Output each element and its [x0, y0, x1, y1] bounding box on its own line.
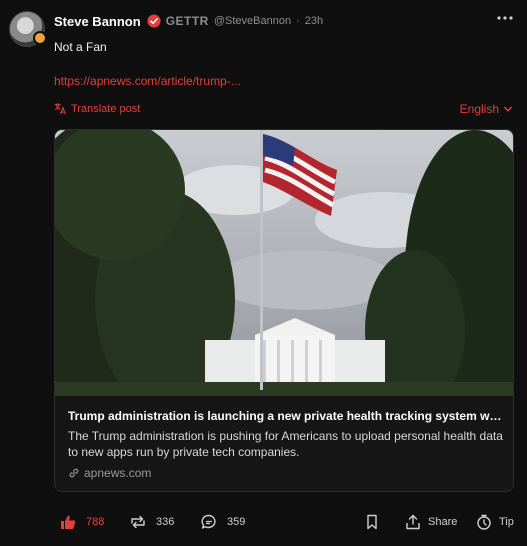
post-text: Not a Fan — [54, 40, 107, 54]
translate-label: Translate post — [71, 102, 141, 115]
author-handle[interactable]: @SteveBannon — [214, 15, 291, 27]
verified-icon — [147, 14, 161, 28]
separator: · — [296, 15, 300, 27]
post-header: Steve Bannon GETTR @SteveBannon · 23h — [54, 12, 323, 30]
translate-post-button[interactable]: Translate post — [54, 102, 140, 115]
post-timestamp: 23h — [304, 15, 324, 27]
language-label: English — [459, 102, 499, 116]
post-link[interactable]: https://apnews.com/article/trump-... — [54, 74, 241, 88]
author-name[interactable]: Steve Bannon — [54, 14, 141, 29]
language-select[interactable]: English — [460, 102, 513, 116]
chevron-down-icon — [503, 106, 513, 112]
bookmark-icon — [367, 514, 377, 530]
like-count: 788 — [86, 516, 105, 528]
repost-icon — [131, 515, 145, 529]
translate-icon — [54, 103, 66, 115]
share-icon — [406, 514, 420, 530]
platform-brand: GETTR — [165, 14, 209, 28]
comment-button[interactable]: 359 — [201, 508, 245, 536]
repost-button[interactable]: 336 — [130, 508, 174, 536]
post-actions: 788 336 359 Share Tip — [0, 508, 527, 536]
avatar-badge — [33, 31, 47, 45]
like-button[interactable]: 788 — [60, 508, 104, 536]
like-icon — [61, 515, 76, 529]
tip-label: Tip — [499, 516, 514, 528]
comment-count: 359 — [227, 516, 246, 528]
bookmark-button[interactable] — [364, 508, 390, 536]
tip-button[interactable]: Tip — [476, 508, 514, 536]
post: Steve Bannon GETTR @SteveBannon · 23h No… — [0, 0, 527, 546]
share-button[interactable]: Share — [405, 508, 457, 536]
card-description: The Trump administration is pushing for … — [68, 429, 503, 459]
tip-icon — [477, 514, 491, 530]
comment-icon — [201, 514, 216, 529]
more-icon[interactable] — [497, 13, 513, 23]
card-domain: apnews.com — [68, 466, 151, 480]
card-image — [55, 130, 513, 396]
share-label: Share — [428, 516, 458, 528]
card-title[interactable]: Trump administration is launching a new … — [68, 409, 503, 423]
card-domain-label: apnews.com — [84, 466, 152, 480]
repost-count: 336 — [156, 516, 175, 528]
link-icon — [69, 468, 79, 478]
link-preview-card[interactable]: Trump administration is launching a new … — [54, 129, 514, 492]
